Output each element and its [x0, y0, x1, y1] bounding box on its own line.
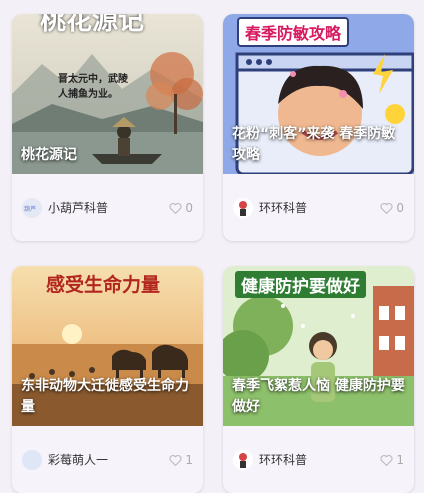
article-cover-image: 桃花源记 晋太元中，武陵人捕鱼为业。 桃花源记 — [12, 14, 203, 174]
article-cover-image: 春季防敏攻略 花粉“刺客”来袭 春季防敏攻略 — [223, 14, 414, 174]
article-meta: 葫芦 小葫芦科普 0 — [12, 174, 203, 241]
article-card[interactable]: 健康防护要做好 春季飞絮惹人恼 健康防护要做好 环环科普 1 — [223, 266, 414, 493]
article-title: 花粉“刺客”来袭 春季防敏攻略 — [232, 126, 396, 163]
author-name[interactable]: 彩莓萌人一 — [48, 451, 169, 468]
like-button[interactable]: 1 — [169, 453, 193, 467]
heart-icon — [380, 454, 393, 466]
author-avatar[interactable] — [233, 197, 253, 218]
article-cover-image: 健康防护要做好 春季飞絮惹人恼 健康防护要做好 — [223, 266, 414, 426]
article-card[interactable]: 桃花源记 晋太元中，武陵人捕鱼为业。 桃花源记 葫芦 小葫芦科普 0 — [12, 14, 203, 241]
article-title: 桃花源记 — [21, 147, 77, 163]
author-avatar[interactable] — [233, 449, 253, 470]
heart-icon — [380, 202, 393, 214]
heart-icon — [169, 202, 182, 214]
article-meta: 环环科普 1 — [223, 426, 414, 493]
article-card[interactable]: 春季防敏攻略 花粉“刺客”来袭 春季防敏攻略 环环科普 0 — [223, 14, 414, 241]
author-name[interactable]: 环环科普 — [259, 451, 380, 468]
article-card[interactable]: 感受生命力量 东非动物大迁徙感受生命力量 彩莓萌人一 1 — [12, 266, 203, 493]
author-name[interactable]: 环环科普 — [259, 199, 380, 216]
like-count: 1 — [185, 452, 193, 467]
article-meta: 彩莓萌人一 1 — [12, 426, 203, 493]
cover-banner-text: 桃花源记 — [40, 14, 145, 36]
author-name[interactable]: 小葫芦科普 — [48, 199, 169, 216]
heart-icon — [169, 454, 182, 466]
author-avatar[interactable] — [22, 449, 42, 470]
cover-banner-text: 春季防敏攻略 — [237, 17, 350, 47]
article-meta: 环环科普 0 — [223, 174, 414, 241]
article-cover-image: 感受生命力量 东非动物大迁徙感受生命力量 — [12, 266, 203, 426]
cover-banner-text: 感受生命力量 — [46, 274, 161, 296]
like-button[interactable]: 1 — [380, 453, 404, 467]
like-count: 1 — [396, 452, 404, 467]
article-title: 春季飞絮惹人恼 健康防护要做好 — [232, 378, 405, 415]
cover-poem-text: 晋太元中，武陵人捕鱼为业。 — [58, 74, 128, 100]
cover-banner-text: 健康防护要做好 — [235, 271, 366, 298]
like-count: 0 — [185, 200, 193, 215]
like-button[interactable]: 0 — [169, 201, 193, 215]
author-avatar[interactable]: 葫芦 — [22, 197, 42, 218]
article-title: 东非动物大迁徙感受生命力量 — [21, 378, 189, 415]
like-count: 0 — [396, 200, 404, 215]
like-button[interactable]: 0 — [380, 201, 404, 215]
